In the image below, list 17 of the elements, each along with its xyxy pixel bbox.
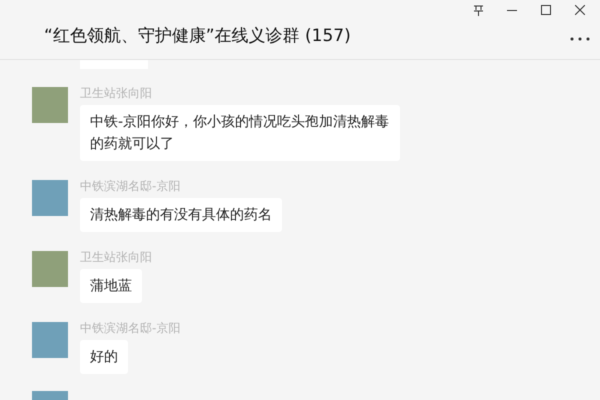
message-bubble: 清热解毒的有没有具体的药名 — [80, 198, 282, 232]
sender-name: 中铁滨湖名邸-京阳 — [80, 320, 180, 336]
message-bubble: 中铁-京阳你好，你小孩的情况吃头孢加清热解毒的药就可以了 — [80, 105, 400, 161]
sender-name: 中铁滨湖名邸-京阳 — [80, 178, 180, 194]
maximize-icon — [541, 5, 551, 15]
avatar-photo[interactable] — [32, 322, 68, 358]
avatar-photo[interactable] — [32, 180, 68, 216]
pin-icon — [472, 4, 484, 16]
more-icon[interactable] — [570, 35, 590, 43]
avatar-photo[interactable] — [32, 87, 68, 123]
message-bubble: 蒲地蓝 — [80, 269, 142, 303]
sender-name: 卫生站张向阳 — [80, 249, 152, 265]
sender-name: 卫生站张向阳 — [80, 85, 152, 101]
window-title: “红色领航、守护健康”在线义诊群 (157) — [44, 25, 351, 47]
avatar-photo[interactable] — [32, 251, 68, 287]
message-bubble: 好的 — [80, 340, 128, 374]
close-icon — [575, 5, 585, 15]
